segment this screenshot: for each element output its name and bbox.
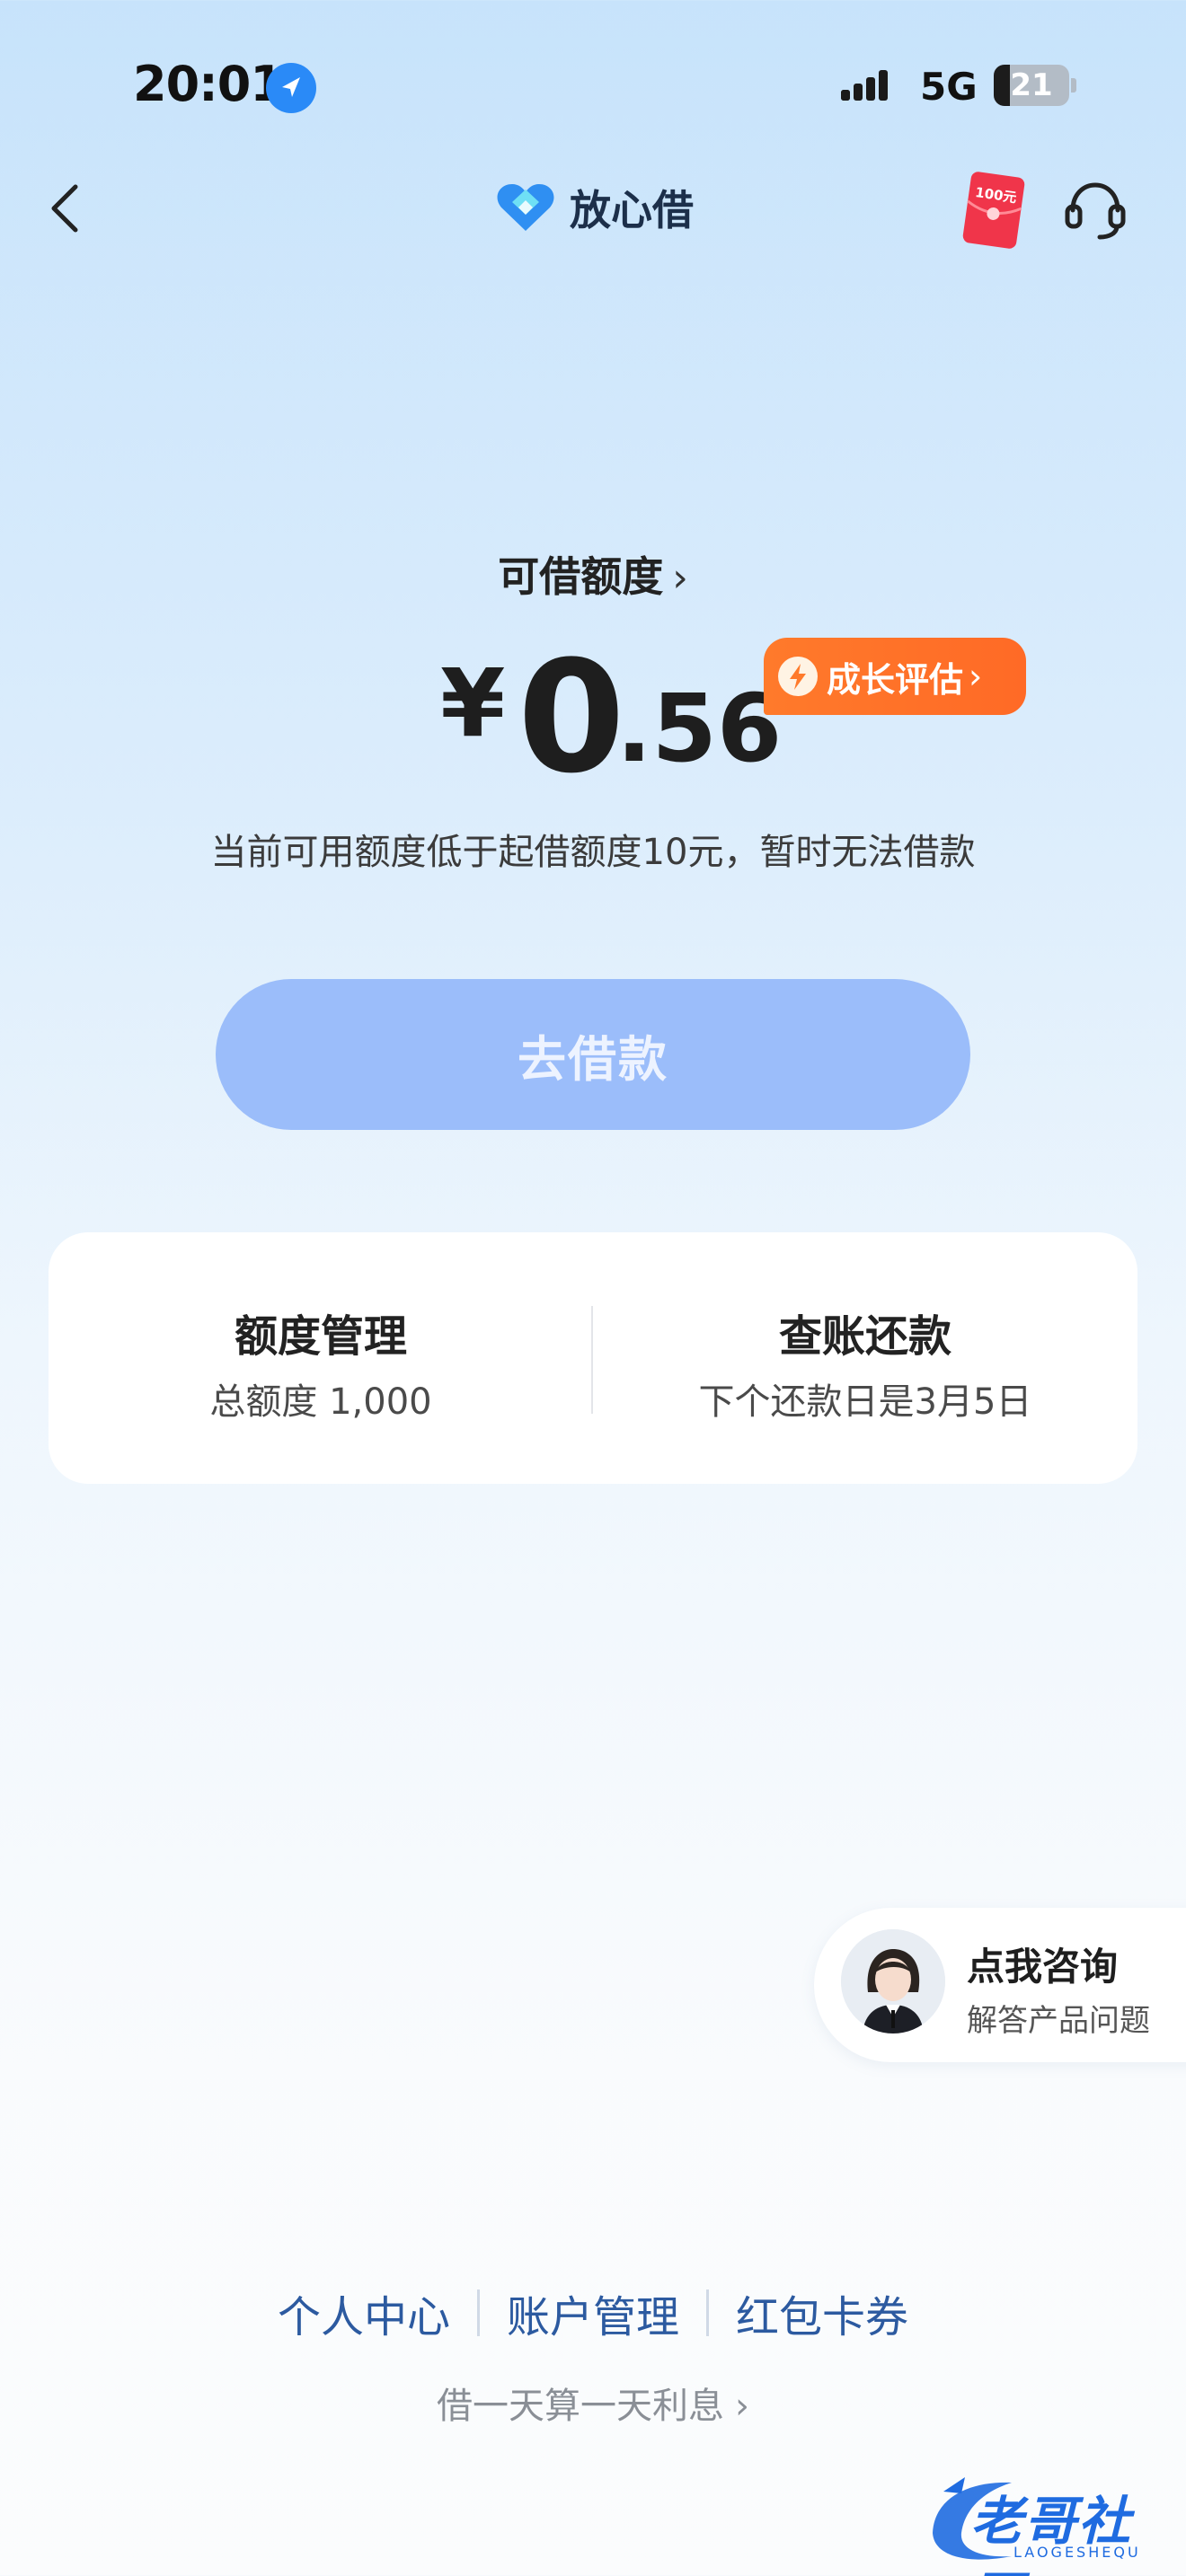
total-credit-text: 总额度 1,000 (209, 1381, 432, 1423)
coupons-link[interactable]: 红包卡券 (709, 2281, 935, 2344)
currency-symbol: ¥ (440, 648, 506, 758)
amount-integer: 0 (518, 627, 625, 807)
borrow-button[interactable]: 去借款 (216, 979, 970, 1130)
signal-icon (841, 70, 888, 101)
brand-name: 放心借 (570, 186, 694, 234)
brand: 放心借 (494, 176, 694, 239)
personal-center-link[interactable]: 个人中心 (251, 2281, 477, 2344)
credit-title: 可借额度 (498, 552, 664, 601)
consult-title: 点我咨询 (967, 1945, 1119, 1989)
interest-tagline[interactable]: 借一天算一天利息 › (0, 2377, 1186, 2429)
location-arrow-icon (266, 63, 316, 113)
status-time: 20:01 (133, 56, 284, 112)
watermark-text: 老哥社区 (970, 2491, 1133, 2576)
credit-management-title: 额度管理 (234, 1311, 407, 1362)
consult-subtitle: 解答产品问题 (967, 2003, 1150, 2039)
consult-float-button[interactable]: 点我咨询 解答产品问题 (814, 1908, 1186, 2062)
footer-links: 个人中心 账户管理 红包卡券 (0, 2281, 1186, 2344)
status-bar: 20:01 5G 21 (0, 0, 1186, 171)
interest-tagline-text: 借一天算一天利息 (437, 2386, 724, 2427)
growth-evaluation-button[interactable]: 成长评估 › (764, 638, 1026, 715)
credit-management-entry[interactable]: 额度管理 总额度 1,000 (49, 1232, 593, 1484)
bill-repayment-title: 查账还款 (778, 1311, 951, 1362)
chevron-right-icon: › (969, 657, 983, 696)
lightning-icon (778, 657, 818, 696)
battery-icon: 21 (994, 65, 1076, 106)
brand-logo-icon (497, 184, 554, 231)
watermark-subtext: LAOGESHEQU (1013, 2544, 1141, 2561)
battery-level: 21 (1010, 67, 1053, 103)
red-packet-icon[interactable]: 100元 (958, 169, 1030, 251)
chevron-right-icon: › (672, 555, 688, 601)
next-repayment-text: 下个还款日是3月5日 (698, 1381, 1032, 1423)
credit-notice: 当前可用额度低于起借额度10元，暂时无法借款 (210, 832, 976, 873)
chevron-right-icon: › (735, 2386, 749, 2427)
back-icon[interactable] (40, 171, 93, 243)
watermark-logo: 老哥社区 LAOGESHEQU (925, 2470, 1177, 2576)
account-management-link[interactable]: 账户管理 (480, 2281, 706, 2344)
growth-evaluation-label: 成长评估 (827, 659, 964, 700)
account-card: 额度管理 总额度 1,000 查账还款 下个还款日是3月5日 (49, 1232, 1137, 1484)
amount-decimal: .56 (616, 674, 783, 783)
bill-repayment-entry[interactable]: 查账还款 下个还款日是3月5日 (593, 1232, 1137, 1484)
agent-avatar (841, 1929, 945, 2033)
customer-service-icon[interactable] (1060, 174, 1130, 244)
network-type: 5G (920, 65, 978, 109)
credit-title-row[interactable]: 可借额度 › (0, 544, 1186, 604)
